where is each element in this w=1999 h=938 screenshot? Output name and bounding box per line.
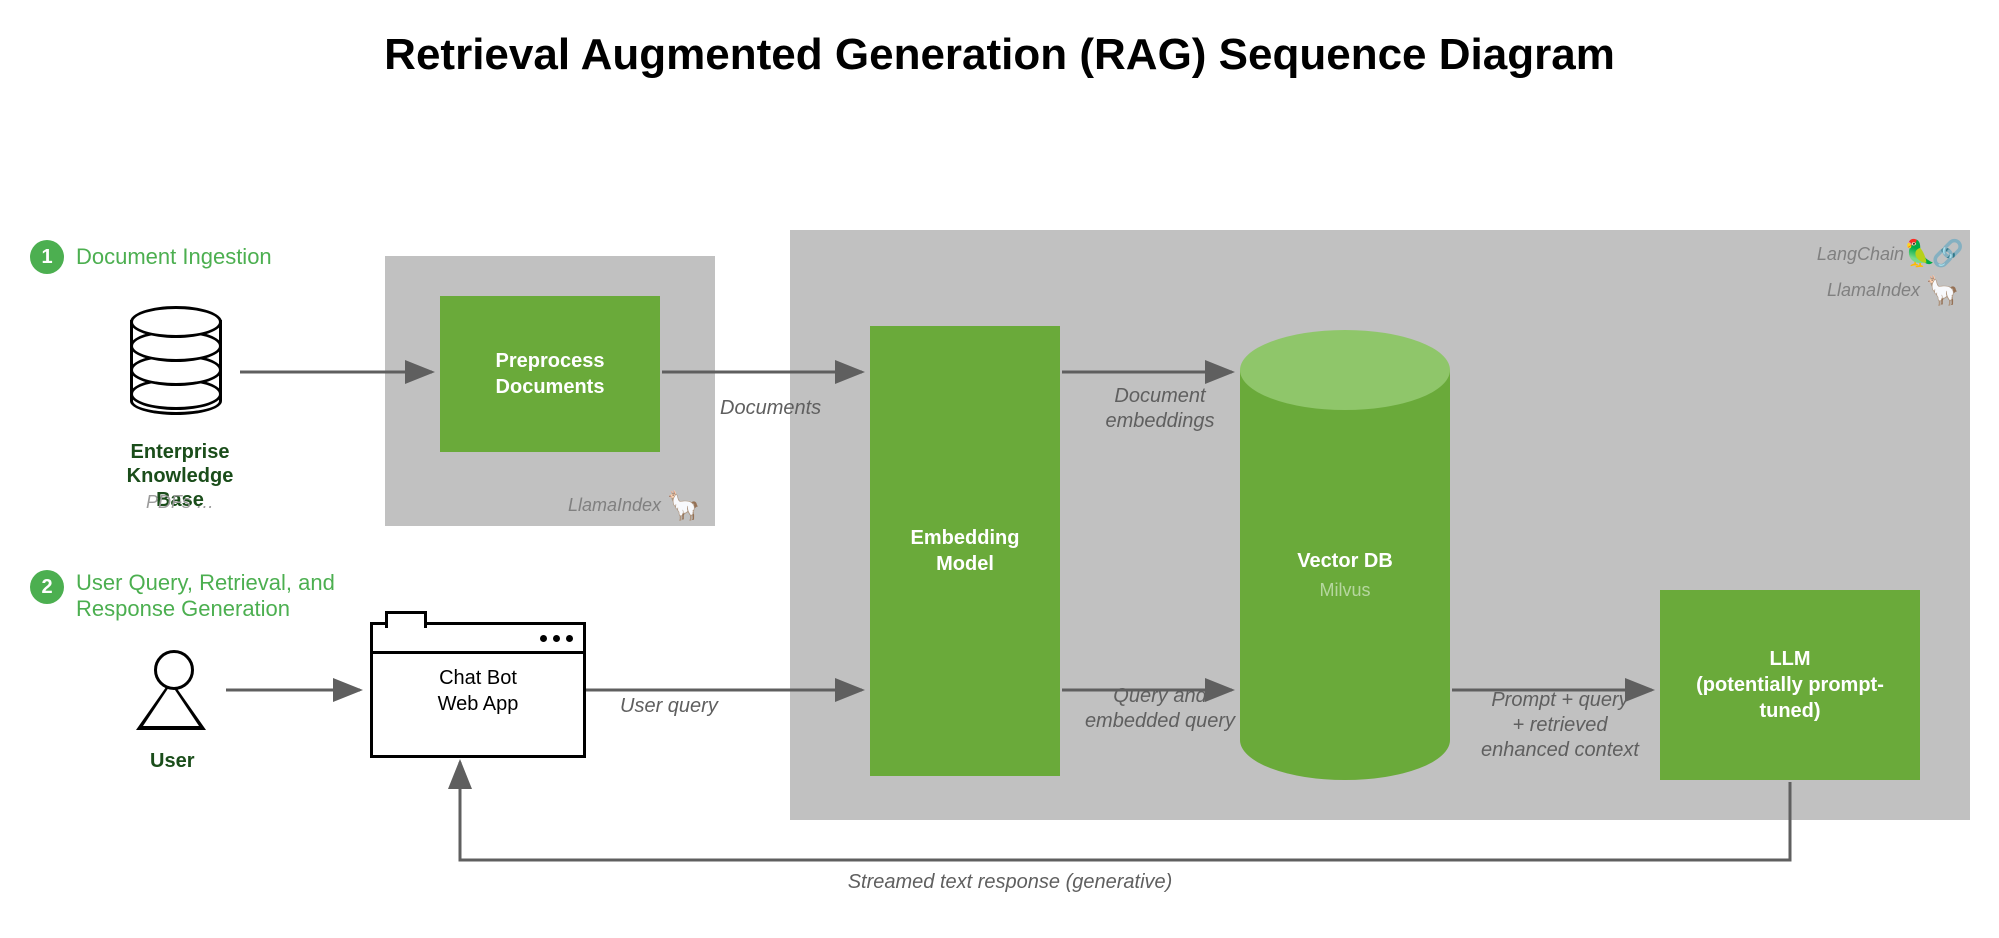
diagram-title: Retrieval Augmented Generation (RAG) Seq…: [0, 30, 1999, 80]
prompt-l1: Prompt + query: [1491, 689, 1628, 711]
step-2-badge: 2: [30, 570, 64, 604]
embedding-l2: Model: [936, 551, 994, 577]
vectordb-sub: Milvus: [1240, 580, 1450, 601]
chatbot-l1: Chat Bot: [439, 667, 517, 689]
browser-top-bar: [373, 625, 583, 654]
doc-embed-l1: Document: [1114, 385, 1205, 407]
chatbot-window: Chat Bot Web App: [370, 622, 586, 758]
llamaindex-note-small: LlamaIndex: [568, 495, 661, 516]
chatbot-label: Chat Bot Web App: [373, 665, 583, 717]
vectordb-cylinder: Vector DB Milvus: [1240, 370, 1450, 780]
query-embed-l2: embedded query: [1085, 710, 1235, 732]
arrow-label-doc-embeddings: Document embeddings: [1090, 384, 1230, 434]
arrow-label-prompt: Prompt + query + retrieved enhanced cont…: [1460, 688, 1660, 763]
browser-tab-icon: [385, 611, 427, 628]
llama-icon-large: 🦙: [1925, 274, 1960, 307]
step-2-label: User Query, Retrieval, and Response Gene…: [76, 570, 356, 623]
kb-line1: Enterprise: [131, 441, 230, 463]
step-1-badge: 1: [30, 240, 64, 274]
step-1-label: Document Ingestion: [76, 244, 272, 270]
browser-dot-icon: [553, 635, 560, 642]
user-label: User: [150, 750, 194, 773]
prompt-l3: enhanced context: [1481, 739, 1639, 761]
arrow-label-documents: Documents: [720, 396, 840, 421]
llm-l1: LLM: [1769, 646, 1810, 672]
arrow-label-stream: Streamed text response (generative): [800, 870, 1220, 895]
knowledge-base-sub: PDFs …: [100, 492, 260, 513]
preprocess-box: Preprocess Documents: [440, 296, 660, 452]
prompt-l2: + retrieved: [1512, 714, 1607, 736]
arrow-label-query-embed: Query and embedded query: [1080, 684, 1240, 734]
llm-box: LLM (potentially prompt- tuned): [1660, 590, 1920, 780]
user-icon: [130, 650, 212, 740]
preprocess-l1: Preprocess: [496, 348, 605, 374]
llama-icon: 🦙: [666, 489, 701, 522]
database-icon: [130, 306, 222, 426]
llm-l3: tuned): [1759, 698, 1820, 724]
browser-dot-icon: [566, 635, 573, 642]
diagram-canvas: Retrieval Augmented Generation (RAG) Seq…: [0, 0, 1999, 938]
chain-icon: 🔗: [1932, 238, 1964, 269]
query-embed-l1: Query and: [1113, 685, 1206, 707]
embedding-l1: Embedding: [911, 525, 1020, 551]
llamaindex-note: LlamaIndex: [1827, 280, 1920, 301]
langchain-note: LangChain: [1817, 244, 1904, 265]
embedding-box: Embedding Model: [870, 326, 1060, 776]
vectordb-label: Vector DB: [1240, 550, 1450, 573]
browser-dot-icon: [540, 635, 547, 642]
llm-l2: (potentially prompt-: [1696, 672, 1884, 698]
chatbot-l2: Web App: [438, 693, 519, 715]
doc-embed-l2: embeddings: [1106, 410, 1215, 432]
preprocess-l2: Documents: [496, 374, 605, 400]
arrow-label-user-query: User query: [620, 694, 740, 719]
